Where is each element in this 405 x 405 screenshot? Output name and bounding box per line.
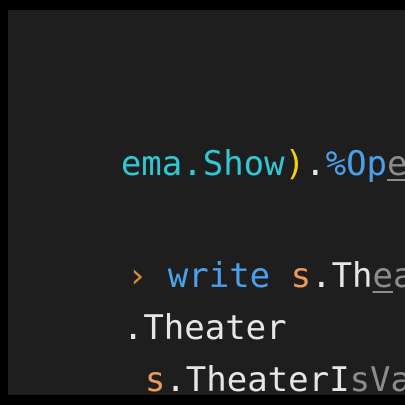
identifier-token: s (144, 360, 166, 395)
dot-token: . (311, 256, 332, 296)
code-line-1: ema.Show).%Open (8, 86, 405, 184)
type-token: Show (202, 144, 285, 184)
type-token: ema (120, 144, 183, 184)
screen-frame: ema.Show).%Open enId › write s.Theater .… (0, 0, 405, 405)
code-line-4: .Theater (8, 250, 287, 348)
code-line-5: s.TheaterIsValid (22, 302, 405, 395)
dot-token: . (182, 144, 203, 184)
code-line-3: › write s.Theater (8, 198, 405, 296)
code-editor[interactable]: ema.Show).%Open enId › write s.Theater .… (8, 10, 405, 395)
member-token: Th (331, 256, 373, 296)
ghost-suggestion: Valid (370, 360, 405, 395)
identifier-token: s (290, 256, 312, 296)
dot-token: . (165, 360, 186, 395)
ghost-suggestion-cursor: e (372, 256, 394, 296)
ghost-suggestion: ater (393, 256, 405, 296)
ghost-suggestion-cursor: s (349, 360, 371, 395)
member-token: TheaterI (185, 360, 350, 395)
code-line-2: enId (303, 144, 405, 196)
